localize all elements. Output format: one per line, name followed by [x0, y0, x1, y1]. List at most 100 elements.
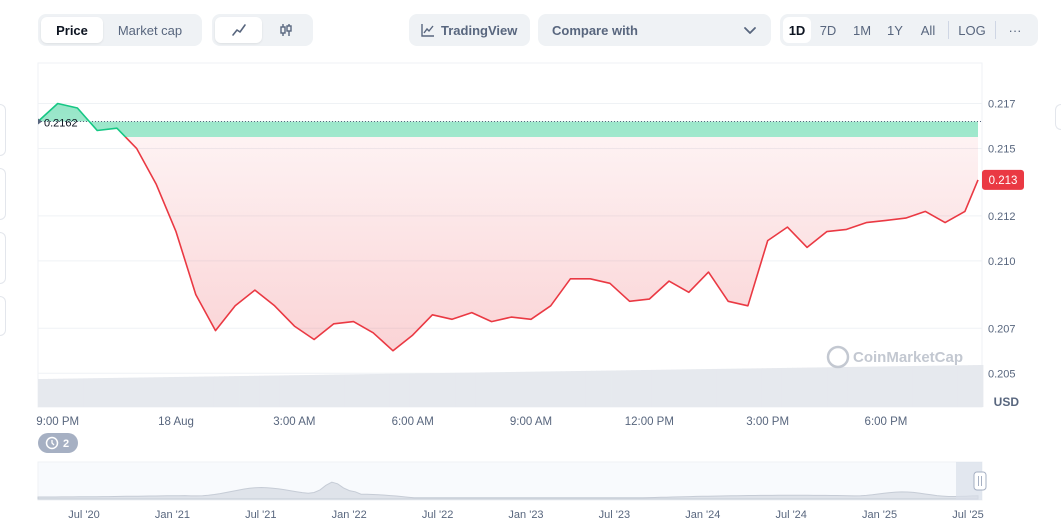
volume-bar: [128, 377, 134, 407]
y-tick-label: 0.217: [988, 98, 1016, 110]
y-tick-label: 0.215: [988, 143, 1016, 155]
volume-bar: [48, 378, 54, 407]
volume-bar: [254, 375, 260, 407]
navigator-axis: Jul '20 Jan '21 Jul '21 Jan '22 Jul '22 Jan '…: [68, 509, 983, 521]
volume-bar: [922, 365, 929, 407]
volume-bar: [259, 375, 265, 407]
y-tick-label: 0.210: [988, 256, 1016, 268]
volume-bar: [480, 372, 486, 407]
volume-bar: [967, 365, 974, 407]
volume-bar: [771, 368, 778, 407]
volume-bar: [485, 372, 491, 407]
volume-bar: [168, 377, 175, 407]
volume-bar: [475, 372, 481, 407]
volume-bar: [912, 365, 919, 407]
volume-bar: [384, 373, 391, 407]
volume-bar: [455, 372, 461, 407]
volume-bar: [751, 368, 758, 407]
volume-bar: [364, 374, 371, 407]
volume-bar: [972, 365, 979, 407]
volume-bar: [183, 376, 190, 407]
volume-bar: [158, 377, 165, 407]
volume-bar: [93, 378, 99, 407]
volume-bar: [369, 374, 376, 407]
volume-bar: [430, 373, 436, 407]
volume-bar: [952, 365, 959, 407]
navigator-tick-label: Jan '25: [862, 509, 897, 521]
volume-bar: [595, 370, 602, 407]
volume-bar: [339, 374, 346, 407]
volume-bar: [746, 368, 753, 407]
volume-bar: [872, 366, 878, 407]
navigator-track[interactable]: [37, 461, 983, 501]
volume-bar: [611, 370, 617, 407]
volume-bar: [465, 372, 471, 407]
volume-bar: [671, 369, 677, 407]
volume-bar: [817, 367, 823, 407]
volume-bar: [686, 369, 692, 407]
volume-bar: [309, 374, 315, 407]
volume-bar: [73, 378, 79, 407]
volume-bar: [123, 377, 129, 407]
navigator-tick-label: Jul '21: [245, 509, 276, 521]
volume-bar: [847, 366, 853, 407]
volume-bar: [741, 368, 748, 407]
open-price-marker: 0.2162: [38, 117, 78, 129]
volume-bar: [53, 378, 59, 407]
volume-bar: [565, 371, 572, 407]
navigator-tick-label: Jul '23: [599, 509, 630, 521]
volume-bar: [797, 367, 803, 407]
x-tick-label: 6:00 PM: [865, 416, 908, 428]
volume-bar: [656, 369, 662, 407]
volume-bar: [188, 376, 195, 407]
currency-label: USD: [994, 395, 1020, 409]
volume-bar: [651, 369, 657, 407]
volume-bar: [877, 366, 883, 407]
navigator-tick-label: Jan '23: [508, 509, 543, 521]
volume-bar: [842, 367, 848, 407]
volume-bar: [193, 376, 200, 407]
volume-bar: [213, 376, 220, 407]
x-tick-label: 9:00 AM: [510, 416, 552, 428]
volume-bar: [641, 370, 647, 407]
volume-bar: [942, 365, 949, 407]
volume-bar: [239, 376, 245, 407]
navigator-handle[interactable]: [973, 471, 987, 491]
volume-bar: [812, 367, 818, 407]
volume-bar: [304, 375, 310, 407]
volume-bar: [646, 369, 652, 407]
volume-bar: [726, 368, 733, 407]
volume-bar: [495, 372, 501, 407]
events-badge[interactable]: 2: [38, 433, 78, 453]
volume-bar: [907, 366, 914, 407]
volume-bar: [394, 373, 401, 407]
volume-bar: [379, 373, 386, 407]
volume-bar: [354, 374, 361, 407]
volume-bar: [269, 375, 275, 407]
volume-bar: [882, 366, 888, 407]
volume-bar: [148, 377, 154, 407]
volume-bar: [319, 374, 325, 407]
volume-bar: [515, 371, 521, 407]
volume-bar: [681, 369, 687, 407]
volume-bar: [203, 376, 210, 407]
range-navigator[interactable]: [37, 461, 987, 501]
volume-bar: [736, 368, 743, 407]
volume-bar: [545, 371, 552, 407]
volume-bar: [550, 371, 557, 407]
volume-bar: [223, 376, 230, 407]
volume-bar: [420, 373, 426, 407]
volume-bar: [827, 367, 833, 407]
volume-bar: [153, 377, 160, 407]
volume-bar: [792, 367, 798, 407]
volume-bar: [505, 372, 511, 407]
x-axis: 9:00 PM 18 Aug 3:00 AM 6:00 AM 9:00 AM 12:00 …: [36, 416, 907, 428]
navigator-tick-label: Jan '22: [332, 509, 367, 521]
volume-bar: [852, 366, 858, 407]
volume-bar: [138, 377, 144, 407]
volume-bar: [279, 375, 285, 407]
volume-bar: [450, 372, 456, 407]
x-tick-label: 18 Aug: [158, 416, 194, 428]
volume-bar: [696, 369, 702, 407]
volume-bar: [822, 367, 828, 407]
